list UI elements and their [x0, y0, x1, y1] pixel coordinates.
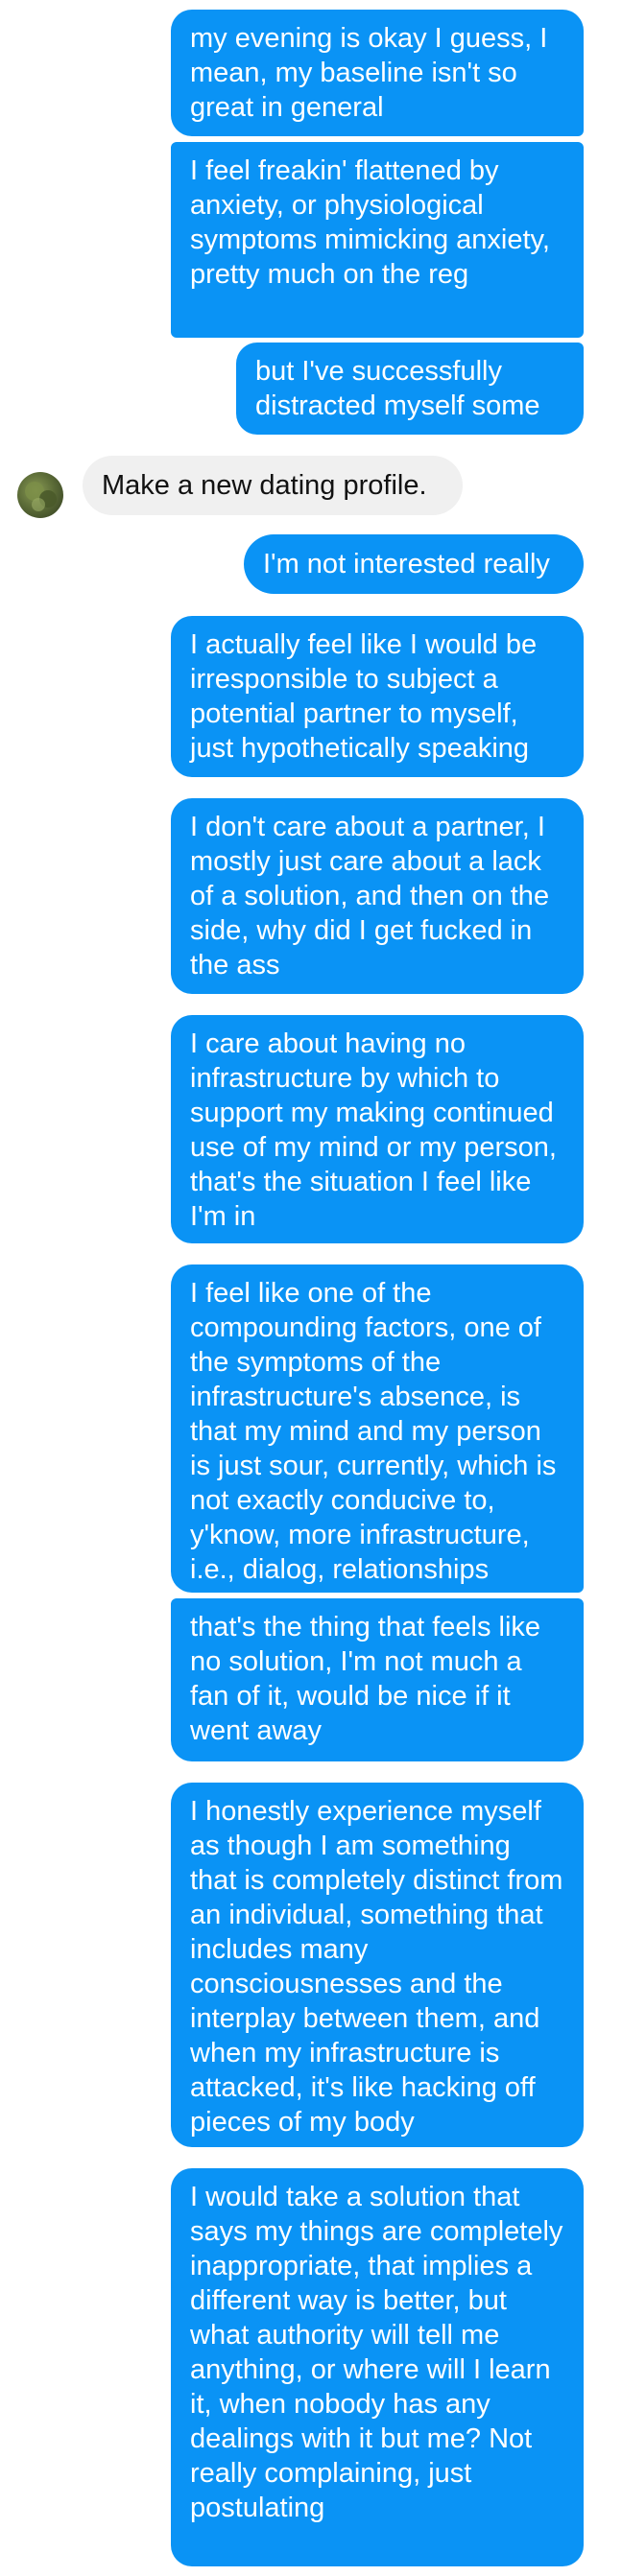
message-bubble-outgoing[interactable]: I don't care about a partner, I mostly j…	[171, 798, 584, 994]
message-bubble-outgoing[interactable]: I actually feel like I would be irrespon…	[171, 616, 584, 777]
message-bubble-outgoing[interactable]: I honestly experience myself as though I…	[171, 1783, 584, 2147]
message-bubble-outgoing[interactable]: that's the thing that feels like no solu…	[171, 1598, 584, 1761]
message-bubble-outgoing[interactable]: but I've successfully distracted myself …	[236, 343, 584, 435]
message-bubble-incoming[interactable]: Make a new dating profile.	[83, 456, 463, 515]
message-bubble-outgoing[interactable]: my evening is okay I guess, I mean, my b…	[171, 10, 584, 136]
contact-avatar-icon[interactable]	[17, 472, 63, 518]
message-bubble-outgoing[interactable]: I feel like one of the compounding facto…	[171, 1264, 584, 1593]
message-bubble-outgoing[interactable]: I feel freakin' flattened by anxiety, or…	[171, 142, 584, 338]
message-bubble-outgoing[interactable]: I'm not interested really	[244, 534, 584, 594]
message-bubble-outgoing[interactable]: I care about having no infrastructure by…	[171, 1015, 584, 1243]
avatar-icon	[25, 482, 57, 511]
message-bubble-outgoing[interactable]: I would take a solution that says my thi…	[171, 2168, 584, 2566]
message-thread: my evening is okay I guess, I mean, my b…	[0, 0, 622, 2576]
